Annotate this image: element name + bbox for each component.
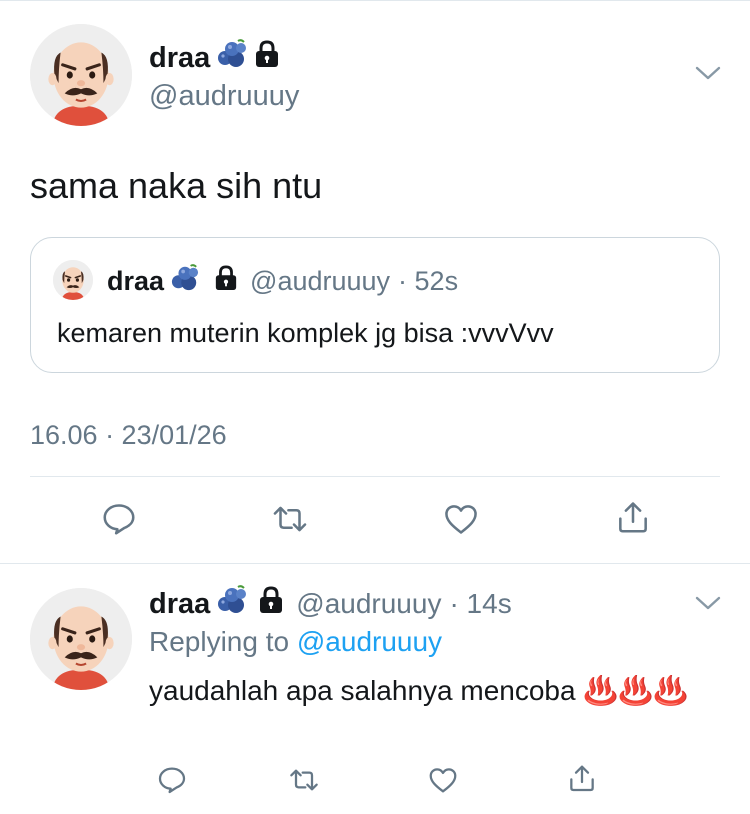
blueberries-icon — [216, 585, 248, 623]
quoted-time: · 52s — [398, 265, 459, 296]
like-button[interactable] — [439, 497, 483, 541]
like-icon — [429, 768, 457, 793]
share-icon — [570, 765, 594, 792]
share-button[interactable] — [560, 756, 604, 800]
share-button[interactable] — [611, 495, 655, 539]
chevron-down-icon[interactable] — [694, 592, 724, 616]
avatar-image — [30, 588, 132, 690]
divider — [30, 476, 720, 477]
reply-icon — [103, 504, 135, 535]
quoted-author-name-text: draa — [107, 265, 165, 296]
like-button[interactable] — [421, 758, 465, 802]
blueberries-icon — [170, 263, 200, 299]
author-name-text[interactable]: draa — [149, 42, 210, 75]
retweet-button[interactable] — [268, 497, 312, 541]
chevron-down-icon[interactable] — [694, 62, 724, 86]
replying-to: Replying to @audruuuy — [149, 626, 442, 658]
replying-to-link[interactable]: @audruuuy — [297, 626, 442, 657]
retweet-icon — [290, 769, 318, 791]
quoted-author-name: draa — [107, 263, 238, 299]
reply-text: yaudahlah apa salahnya mencoba ♨️♨️♨️ — [149, 675, 688, 706]
quoted-text: kemaren muterin komplek jg bisa :vvvVvv — [57, 318, 554, 348]
reply-time: · 14s — [449, 588, 512, 619]
quoted-avatar — [53, 260, 93, 300]
avatar[interactable] — [30, 24, 132, 126]
reply-author-handle[interactable]: @audruuuy — [296, 588, 441, 620]
quoted-tweet[interactable]: draa @audruuuy · 52s kemaren muterin kom… — [30, 237, 720, 373]
author-handle[interactable]: @audruuuy — [149, 80, 299, 113]
reply-author-name[interactable]: draa — [149, 585, 284, 623]
top-divider — [0, 0, 750, 1]
lock-icon — [214, 265, 238, 298]
reply-button[interactable] — [97, 497, 141, 541]
author-name[interactable]: draa — [149, 39, 280, 77]
tweet-text: sama naka sih ntu — [30, 165, 323, 206]
reply-author-name-text[interactable]: draa — [149, 588, 210, 621]
share-icon — [619, 502, 647, 533]
quoted-author-handle: @audruuuy — [250, 265, 391, 296]
quoted-header: draa @audruuuy · 52s — [107, 263, 459, 299]
tweet-timestamp: 16.06 · 23/01/26 — [30, 420, 227, 450]
retweet-icon — [273, 506, 307, 532]
reply-button[interactable] — [150, 758, 194, 802]
section-divider — [0, 563, 750, 564]
reply-icon — [158, 767, 186, 794]
avatar-image — [30, 24, 132, 126]
reply-header: draa @audruuuy · 14s — [149, 585, 512, 623]
blueberries-icon — [216, 39, 248, 77]
reply-avatar[interactable] — [30, 588, 132, 690]
like-icon — [445, 505, 477, 534]
lock-icon — [254, 40, 280, 76]
replying-to-label: Replying to — [149, 626, 290, 657]
retweet-button[interactable] — [282, 758, 326, 802]
lock-icon — [258, 586, 284, 622]
